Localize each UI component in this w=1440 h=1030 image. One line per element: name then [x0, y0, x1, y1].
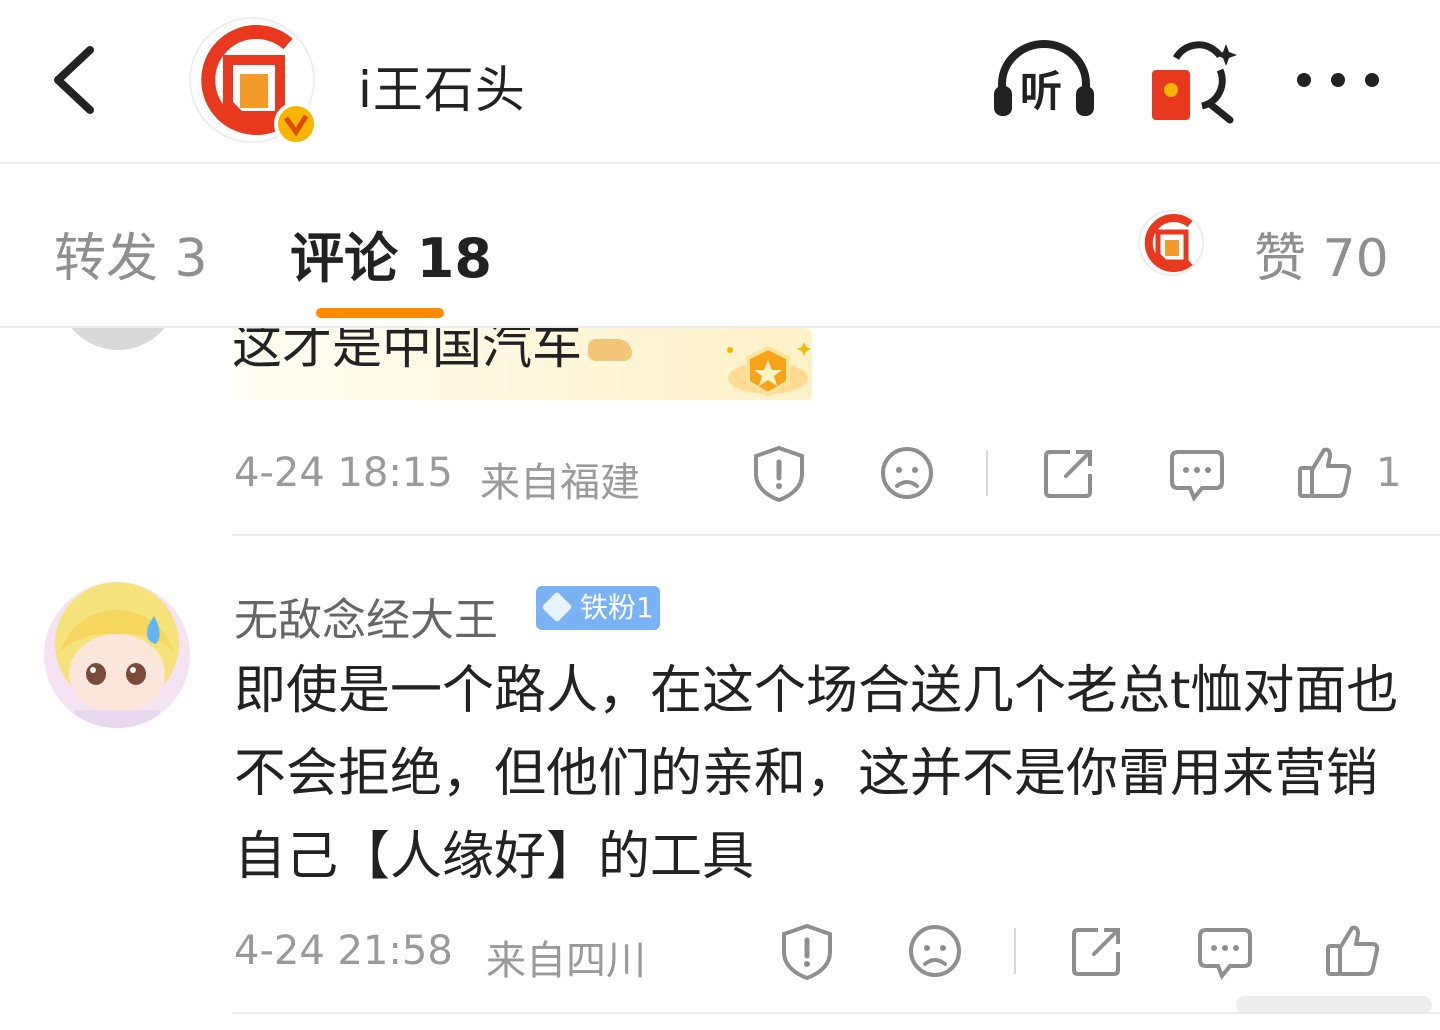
- medal-badge-icon: [727, 342, 811, 397]
- report-icon: [754, 445, 804, 503]
- author-name[interactable]: i王石头: [358, 50, 526, 122]
- like-icon: [1326, 925, 1380, 976]
- avatar[interactable]: [58, 328, 178, 350]
- fan-level-badge[interactable]: 铁粉1: [536, 586, 660, 630]
- tab-likes[interactable]: 赞 70: [1254, 216, 1389, 291]
- comment-text: 这才是中国汽车: [232, 328, 632, 378]
- fan-badge-label: 铁粉1: [580, 591, 654, 624]
- comment-item: 这才是中国汽车: [0, 328, 1440, 538]
- comment-location: 来自福建: [480, 460, 640, 506]
- dislike-icon: [909, 925, 961, 977]
- comment-location: 来自四川: [486, 938, 646, 984]
- more-icon: [1297, 73, 1379, 87]
- reply-icon: [1170, 450, 1224, 502]
- reply-button[interactable]: [1168, 444, 1226, 502]
- comment-timestamp: 4-24 18:15: [234, 450, 453, 496]
- dislike-button[interactable]: [906, 922, 964, 980]
- reply-button[interactable]: [1196, 922, 1254, 980]
- comment-timestamp: 4-24 21:58: [234, 928, 453, 974]
- share-button[interactable]: [1040, 444, 1098, 502]
- like-count: 1: [1376, 450, 1402, 496]
- watermark-icon: [1236, 996, 1432, 1014]
- listen-label: 听: [1020, 67, 1063, 116]
- like-button[interactable]: [1296, 444, 1354, 502]
- top-bar: i王石头 听: [0, 0, 1440, 164]
- liker-avatar[interactable]: [1138, 210, 1204, 276]
- thumbs-up-emoji-icon: [588, 338, 632, 361]
- share-button[interactable]: [1068, 922, 1126, 980]
- comment-author-name[interactable]: 无敌念经大王: [234, 584, 498, 648]
- share-icon: [1044, 450, 1092, 498]
- comment-text-content: 这才是中国汽车: [232, 328, 582, 375]
- action-divider: [1014, 928, 1016, 974]
- red-packet-icon: [1152, 41, 1237, 124]
- action-divider: [986, 450, 988, 496]
- like-icon: [1298, 447, 1352, 498]
- back-button[interactable]: [40, 40, 110, 120]
- avatar[interactable]: [44, 582, 190, 728]
- comment-text: 即使是一个路人，在这个场合送几个老总t恤对面也不会拒绝，但他们的亲和，这并不是你…: [234, 661, 1399, 887]
- dislike-button[interactable]: [878, 444, 936, 502]
- back-icon: [54, 46, 94, 114]
- brand-logo-icon: [1138, 210, 1204, 276]
- tab-bar: 转发 3 评论 18 赞 70: [0, 164, 1440, 328]
- share-icon: [1072, 928, 1120, 976]
- active-tab-indicator: [316, 308, 444, 318]
- divider: [232, 534, 1440, 536]
- more-button[interactable]: [1290, 60, 1390, 100]
- reply-icon: [1198, 928, 1252, 980]
- like-button[interactable]: [1324, 922, 1382, 980]
- listen-button[interactable]: 听: [990, 40, 1098, 122]
- dislike-icon: [881, 447, 933, 499]
- anime-avatar-icon: [44, 582, 190, 728]
- tab-comments[interactable]: 评论 18: [290, 214, 492, 293]
- tab-reposts[interactable]: 转发 3: [54, 216, 208, 291]
- red-packet-button[interactable]: [1146, 40, 1242, 124]
- author-avatar[interactable]: [188, 16, 322, 150]
- report-button[interactable]: [750, 444, 808, 503]
- report-icon: [782, 923, 832, 981]
- report-button[interactable]: [778, 922, 836, 981]
- brand-logo-icon: [189, 17, 318, 146]
- diamond-icon: [541, 591, 573, 623]
